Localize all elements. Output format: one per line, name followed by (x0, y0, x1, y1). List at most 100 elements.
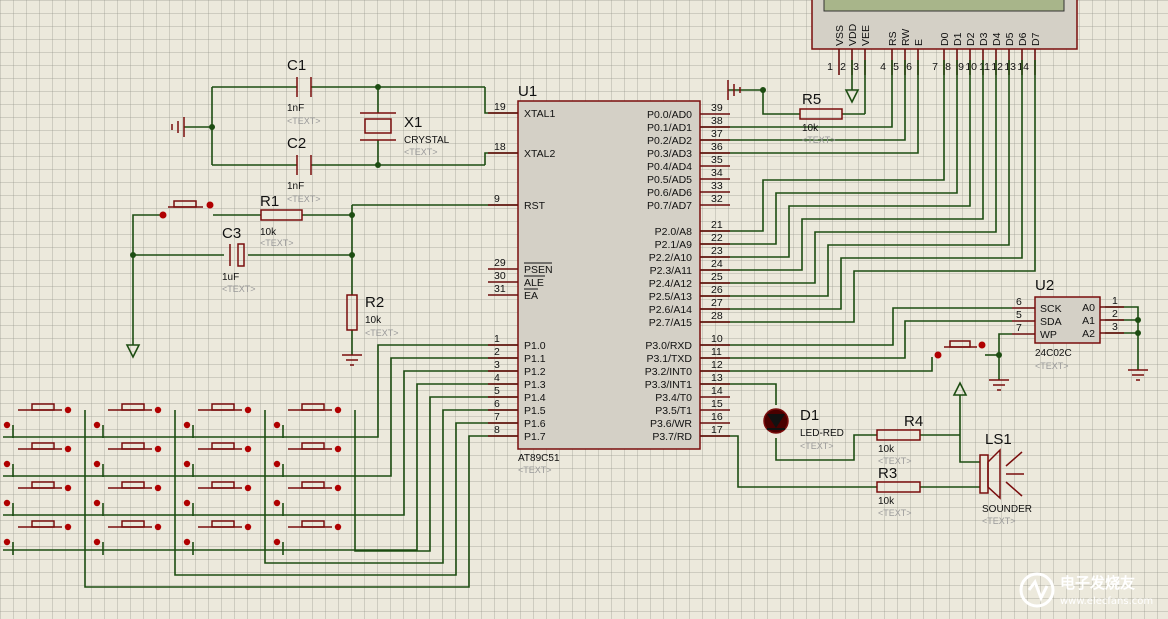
svg-text:R2: R2 (365, 294, 384, 311)
pin-name: P2.7/A15 (649, 317, 692, 329)
pin-number: 31 (494, 283, 506, 295)
pin-name: P0.4/AD4 (647, 161, 692, 173)
chip-u1[interactable]: U1 AT89C51 <TEXT> 19XTAL118XTAL29RST29PS… (488, 83, 730, 475)
svg-text:CRYSTAL: CRYSTAL (404, 135, 450, 146)
pin-name: P0.1/AD1 (647, 122, 692, 134)
pin-name: ALE (524, 277, 544, 289)
capacitor-c2[interactable]: C2 1nF <TEXT> (287, 135, 321, 204)
svg-text:C2: C2 (287, 135, 306, 152)
keypad-button[interactable] (183, 403, 252, 438)
crystal-x1[interactable]: X1 CRYSTAL <TEXT> (360, 112, 450, 157)
pin-number: 39 (711, 102, 723, 114)
pin-number: 2 (840, 61, 846, 73)
keypad-button[interactable] (273, 403, 342, 438)
pin-name: D1 (952, 32, 964, 46)
svg-text:10k: 10k (802, 123, 819, 134)
svg-text:<TEXT>: <TEXT> (222, 284, 256, 294)
pin-name: P2.4/A12 (649, 278, 692, 290)
pin-number: 1 (494, 333, 500, 345)
pin-number: 25 (711, 271, 723, 283)
pin-number: 37 (711, 128, 723, 140)
pin-number: 8 (945, 61, 951, 73)
pin-name: WP (1040, 329, 1057, 341)
svg-text:<TEXT>: <TEXT> (518, 465, 552, 475)
keypad-matrix[interactable] (3, 403, 342, 555)
svg-text:D1: D1 (800, 407, 819, 424)
pin-number: 11 (979, 61, 990, 73)
pin-number: 2 (494, 346, 500, 358)
ground-symbol-u2 (1128, 369, 1148, 381)
svg-text:U2: U2 (1035, 277, 1054, 294)
reset-pushbutton[interactable] (159, 200, 214, 219)
resistor-r3[interactable]: R3 10k <TEXT> (876, 465, 921, 518)
svg-text:10k: 10k (365, 315, 382, 326)
pin-number: 26 (711, 284, 723, 296)
pin-name: D0 (939, 32, 951, 46)
pin-name: P1.7 (524, 431, 546, 443)
keypad-button[interactable] (183, 442, 252, 477)
chip-u2[interactable]: U2 24C02C <TEXT> 6 SCK 5 SDA 7 WP 1 A0 2 A1 3 A2 (1012, 277, 1124, 371)
pin-name: RST (524, 200, 546, 212)
pin-number: 10 (965, 61, 977, 73)
svg-text:<TEXT>: <TEXT> (802, 135, 836, 145)
pin-number: 19 (494, 101, 506, 113)
power-arrow-sounder (952, 381, 968, 396)
keypad-button[interactable] (273, 481, 342, 516)
int0-pushbutton[interactable] (934, 340, 986, 359)
capacitor-c1[interactable]: C1 1nF <TEXT> (287, 57, 321, 126)
pin-number: 5 (494, 385, 500, 397)
pin-number: 21 (711, 219, 723, 231)
keypad-button[interactable] (3, 481, 72, 516)
pin-name: P1.3 (524, 379, 546, 391)
svg-text:AT89C51: AT89C51 (518, 453, 560, 464)
watermark-logo: 电子发烧友 www.elecfans.com (1019, 572, 1153, 608)
pin-number: 8 (494, 424, 500, 436)
keypad-button[interactable] (93, 481, 162, 516)
pin-number: 1 (827, 61, 833, 73)
pin-number: 3 (1112, 321, 1118, 333)
keypad-button[interactable] (93, 403, 162, 438)
pin-name: D3 (978, 32, 990, 46)
capacitor-c3[interactable]: C3 1uF <TEXT> (222, 225, 256, 294)
pin-name: EA (524, 290, 538, 302)
pin-name: P2.1/A9 (655, 239, 693, 251)
keypad-button[interactable] (183, 481, 252, 516)
resistor-r5[interactable]: R5 10k <TEXT> (799, 91, 843, 145)
svg-text:SOUNDER: SOUNDER (982, 504, 1032, 515)
pin-name: P3.5/T1 (655, 405, 692, 417)
pin-number: 18 (494, 141, 506, 153)
pin-number: 27 (711, 297, 723, 309)
sounder-ls1[interactable]: LS1 SOUNDER <TEXT> (979, 431, 1032, 526)
pin-number: 15 (711, 398, 723, 410)
svg-text:10k: 10k (260, 227, 277, 238)
pin-name: D4 (991, 32, 1003, 46)
keypad-button[interactable] (3, 442, 72, 477)
keypad-button[interactable] (3, 403, 72, 438)
keypad-button[interactable] (273, 442, 342, 477)
pin-number: 22 (711, 232, 723, 244)
keypad-button[interactable] (93, 442, 162, 477)
svg-text:24C02C: 24C02C (1035, 348, 1072, 359)
ground-symbol-int0 (989, 379, 1009, 391)
u2-right-pins: 1 A0 2 A1 3 A2 (1082, 295, 1124, 340)
pin-name: P3.3/INT1 (645, 379, 692, 391)
pin-number: 36 (711, 141, 723, 153)
pin-name: D5 (1004, 32, 1016, 46)
svg-text:10k: 10k (878, 444, 895, 455)
resistor-r4[interactable]: R4 10k <TEXT> (876, 413, 923, 466)
resistor-r2[interactable]: R2 10k <TEXT> (346, 294, 399, 338)
pin-name: P1.6 (524, 418, 546, 430)
pin-number: 12 (711, 359, 723, 371)
pin-number: 35 (711, 154, 723, 166)
pin-name: P3.2/INT0 (645, 366, 692, 378)
pin-number: 2 (1112, 308, 1118, 320)
pin-number: 4 (494, 372, 500, 384)
schematic-canvas[interactable]: 1 VSS 2 VDD 3 VEE 4 RS 5 RW 6 E 7 D0 8 D1 9 D2 10 D3 11 D4 12 D… (0, 0, 1168, 619)
svg-text:R4: R4 (904, 413, 923, 430)
pin-number: 29 (494, 257, 506, 269)
pin-number: 23 (711, 245, 723, 257)
svg-text:1nF: 1nF (287, 103, 304, 114)
pin-number: 33 (711, 180, 723, 192)
pin-number: 3 (853, 61, 859, 73)
pin-name: P0.5/AD5 (647, 174, 692, 186)
